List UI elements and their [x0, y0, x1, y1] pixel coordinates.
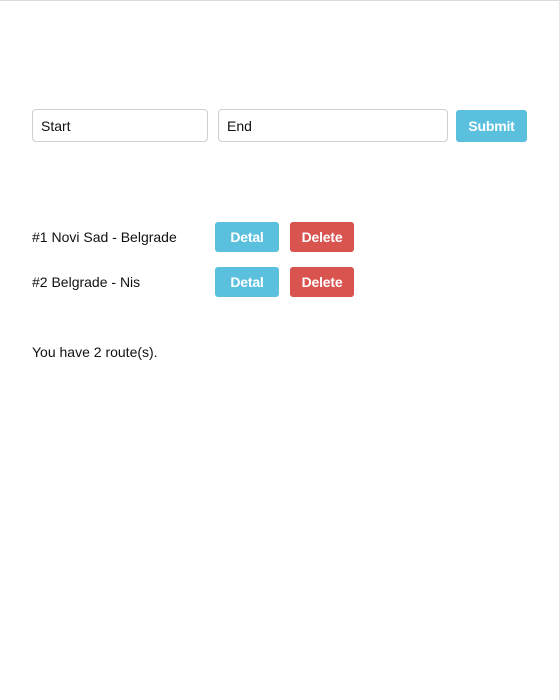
delete-button[interactable]: Delete — [290, 222, 354, 252]
end-input[interactable] — [218, 109, 448, 142]
app-frame: Submit #1 Novi Sad - Belgrade Detal Dele… — [0, 0, 560, 700]
detail-button[interactable]: Detal — [215, 267, 279, 297]
route-form: Submit — [32, 109, 528, 143]
start-input[interactable] — [32, 109, 208, 142]
route-item: #1 Novi Sad - Belgrade Detal Delete — [32, 222, 432, 252]
route-label: #1 Novi Sad - Belgrade — [32, 229, 177, 245]
submit-button[interactable]: Submit — [456, 110, 527, 142]
route-list: #1 Novi Sad - Belgrade Detal Delete #2 B… — [32, 222, 432, 312]
route-count-summary: You have 2 route(s). — [32, 344, 158, 360]
delete-button[interactable]: Delete — [290, 267, 354, 297]
route-item: #2 Belgrade - Nis Detal Delete — [32, 267, 432, 297]
route-label: #2 Belgrade - Nis — [32, 274, 141, 290]
detail-button[interactable]: Detal — [215, 222, 279, 252]
